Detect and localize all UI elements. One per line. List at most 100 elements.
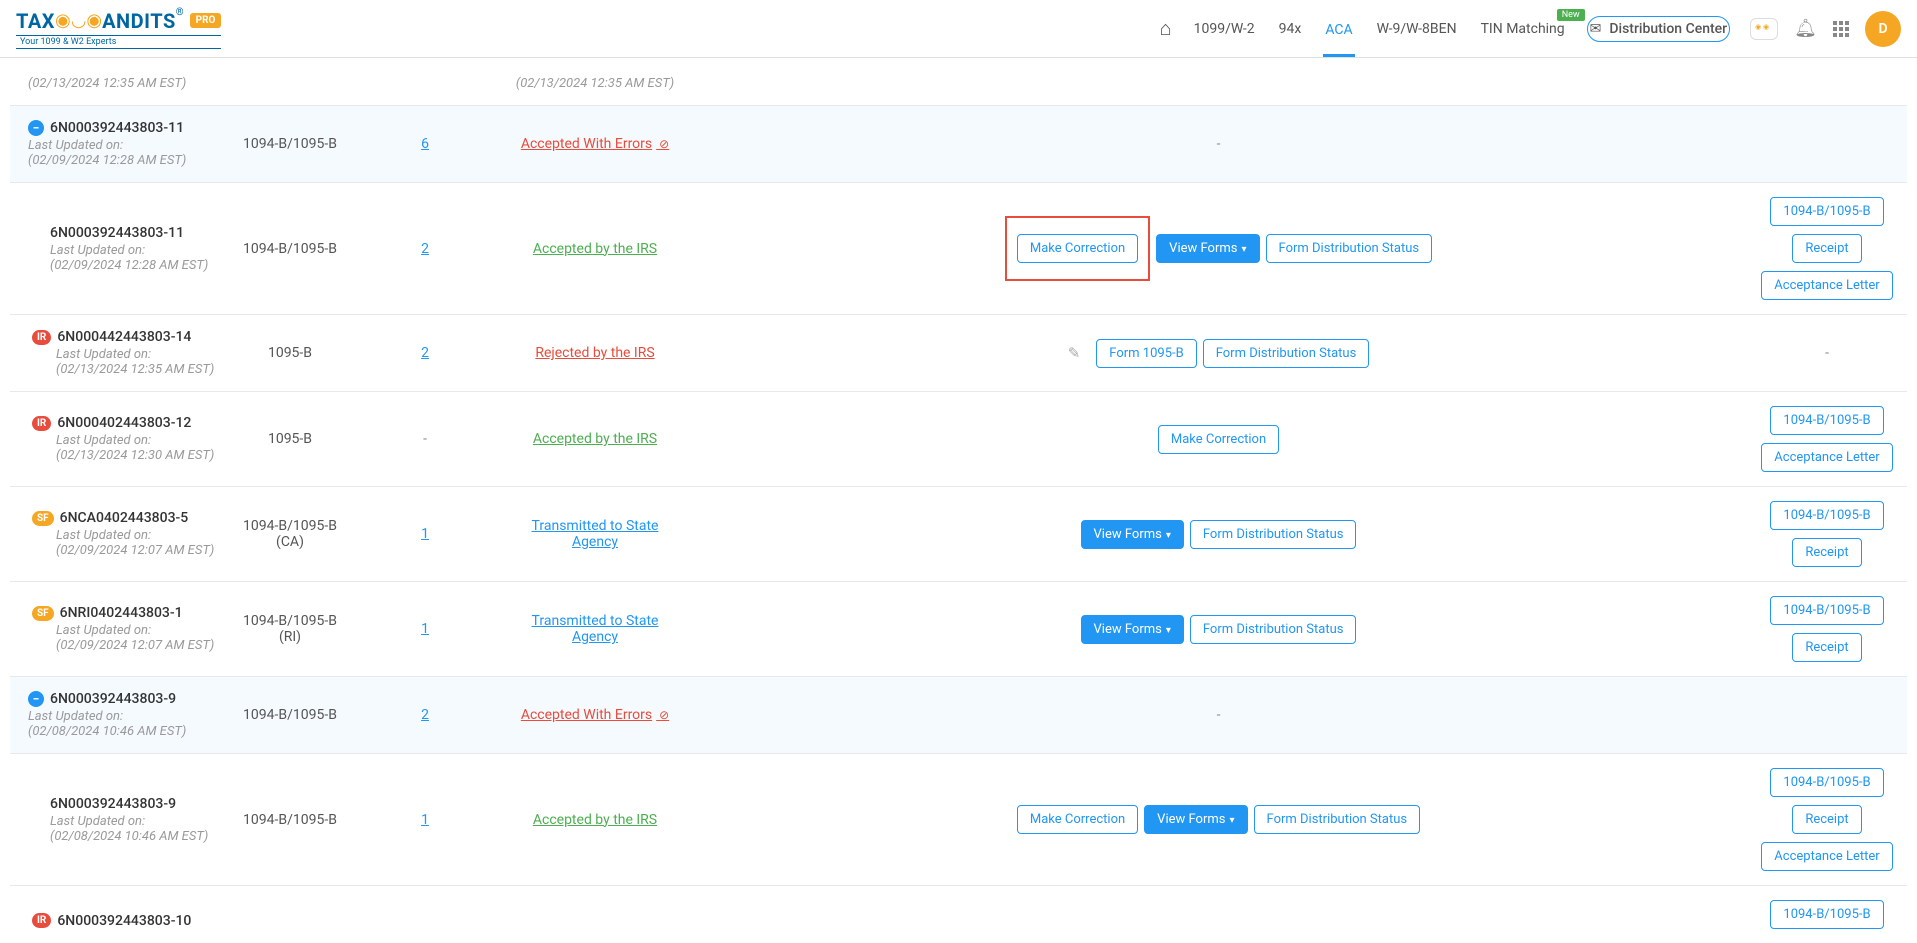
last-updated-label: Last Updated on: (32, 623, 218, 638)
owl-icon: ◉◡◉ (55, 10, 102, 31)
dash: - (1825, 345, 1829, 361)
bell-icon[interactable]: 🔔︎ (1794, 18, 1817, 39)
status-link[interactable]: Accepted by the IRS (533, 241, 657, 257)
make-correction-button[interactable]: Make Correction (1017, 805, 1138, 834)
download-acceptance-button[interactable]: Acceptance Letter (1761, 443, 1892, 472)
view-forms-button[interactable]: View Forms▾ (1156, 234, 1259, 263)
ref-id: 6N000392443803-10 (57, 913, 191, 929)
status-link[interactable]: Accepted With Errors ⊘ (521, 136, 669, 152)
download-receipt-button[interactable]: Receipt (1792, 538, 1861, 567)
distribution-center-button[interactable]: ✉ Distribution Center (1587, 16, 1730, 42)
form-distribution-status-button[interactable]: Form Distribution Status (1254, 805, 1421, 834)
form-type: 1095-B (230, 392, 350, 487)
mail-icon: ✉ (1590, 21, 1602, 37)
download-acceptance-button[interactable]: Acceptance Letter (1761, 271, 1892, 300)
ir-badge: IR (32, 416, 51, 431)
logo-text-2: ANDITS (102, 9, 176, 33)
download-receipt-button[interactable]: Receipt (1792, 633, 1861, 662)
download-receipt-button[interactable]: Receipt (1792, 805, 1861, 834)
row-date: (02/13/2024 12:30 AM EST) (32, 448, 218, 463)
form-distribution-status-button[interactable]: Form Distribution Status (1203, 339, 1370, 368)
ref-id: 6N000402443803-12 (57, 415, 191, 431)
nav-94x[interactable]: 94x (1277, 17, 1304, 41)
view-forms-button[interactable]: View Forms▾ (1144, 805, 1247, 834)
status-link[interactable]: Accepted With Errors ⊘ (521, 707, 669, 723)
bot-icon[interactable] (1750, 18, 1778, 40)
apps-icon[interactable] (1833, 21, 1849, 37)
pro-badge: PRO (190, 13, 222, 28)
download-1094-1095-button[interactable]: 1094-B/1095-B (1770, 768, 1883, 797)
edit-icon[interactable]: ✎ (1068, 344, 1081, 362)
table-row: − 6N000392443803-11 Last Updated on: (02… (10, 106, 1907, 183)
last-updated-label: Last Updated on: (50, 243, 218, 258)
download-1094-1095-button[interactable]: 1094-B/1095-B (1770, 406, 1883, 435)
status-link[interactable]: Transmitted to State Agency (532, 613, 659, 645)
count-link[interactable]: 6 (421, 136, 429, 152)
status-link[interactable]: Accepted by the IRS (533, 812, 657, 828)
collapse-icon[interactable]: − (28, 120, 44, 136)
download-receipt-button[interactable]: Receipt (1792, 234, 1861, 263)
dash: - (1217, 707, 1221, 723)
form-type: 1094-B/1095-B (230, 677, 350, 754)
form-type: 1095-B (230, 315, 350, 392)
home-icon[interactable]: ⌂ (1160, 16, 1172, 41)
count-link[interactable]: 2 (421, 345, 429, 361)
collapse-icon[interactable]: − (28, 691, 44, 707)
download-acceptance-button[interactable]: Acceptance Letter (1761, 842, 1892, 871)
avatar[interactable]: D (1865, 11, 1901, 47)
download-1094-1095-button[interactable]: 1094-B/1095-B (1770, 596, 1883, 625)
nav-tin-matching-wrap[interactable]: New TIN Matching (1479, 21, 1567, 37)
logo[interactable]: TAX ◉◡◉ ANDITS ® PRO Your 1099 & W2 Expe… (16, 9, 221, 49)
form-distribution-status-button[interactable]: Form Distribution Status (1190, 520, 1357, 549)
ref-id: 6N000392443803-9 (50, 796, 218, 812)
form-distribution-status-button[interactable]: Form Distribution Status (1190, 615, 1357, 644)
chevron-down-icon: ▾ (1166, 530, 1171, 541)
last-updated-label: Last Updated on: (32, 433, 218, 448)
form-distribution-status-button[interactable]: Form Distribution Status (1266, 234, 1433, 263)
dash: - (1217, 136, 1221, 152)
count-link[interactable]: 1 (421, 812, 429, 828)
last-updated-label: Last Updated on: (32, 528, 218, 543)
ref-id: 6NRI0402443803-1 (60, 605, 183, 621)
view-forms-button[interactable]: View Forms▾ (1081, 615, 1184, 644)
download-1094-1095-button[interactable]: 1094-B/1095-B (1770, 197, 1883, 226)
make-correction-button[interactable]: Make Correction (1017, 234, 1138, 263)
table-row: IR 6N000402443803-12 Last Updated on: (0… (10, 392, 1907, 487)
count-link[interactable]: 1 (421, 621, 429, 637)
nav-tin-matching[interactable]: TIN Matching (1479, 17, 1567, 41)
ref-id: 6N000392443803-9 (50, 691, 176, 707)
nav-1099-w2[interactable]: 1099/W-2 (1192, 17, 1257, 41)
status-link[interactable]: Rejected by the IRS (535, 345, 654, 361)
table-row: SF 6NCA0402443803-5 Last Updated on: (02… (10, 487, 1907, 582)
count-link[interactable]: 1 (421, 526, 429, 542)
status-link[interactable]: Accepted by the IRS (533, 431, 657, 447)
table-row: IR 6N000392443803-10 1094-B/1095-B (10, 886, 1907, 943)
last-updated-label: Last Updated on: (28, 138, 218, 153)
dist-center-label: Distribution Center (1609, 21, 1727, 37)
row-date: (02/09/2024 12:28 AM EST) (50, 258, 218, 273)
nav-aca[interactable]: ACA (1323, 18, 1354, 57)
download-1094-1095-button[interactable]: 1094-B/1095-B (1770, 900, 1883, 929)
count-link[interactable]: 2 (421, 707, 429, 723)
header-nav: ⌂ 1099/W-2 94x ACA W-9/W-8BEN New TIN Ma… (1160, 16, 1731, 42)
view-forms-button[interactable]: View Forms▾ (1081, 520, 1184, 549)
status-link[interactable]: Transmitted to State Agency (532, 518, 659, 550)
row-date: (02/09/2024 12:07 AM EST) (32, 638, 218, 653)
last-updated-label: Last Updated on: (32, 347, 218, 362)
table-row: 6N000392443803-11 Last Updated on: (02/0… (10, 183, 1907, 315)
count-link[interactable]: 2 (421, 241, 429, 257)
ir-badge: IR (32, 330, 51, 345)
row-date2: (02/13/2024 12:35 AM EST) (512, 76, 678, 91)
last-updated-label: Last Updated on: (50, 814, 218, 829)
ir-badge: IR (32, 913, 51, 928)
form-type: 1094-B/1095-B (230, 183, 350, 315)
make-correction-button[interactable]: Make Correction (1158, 425, 1279, 454)
nav-w9-w8ben[interactable]: W-9/W-8BEN (1375, 17, 1459, 41)
table-row: (02/13/2024 12:35 AM EST) (02/13/2024 12… (10, 62, 1907, 106)
submissions-table-wrap: (02/13/2024 12:35 AM EST) (02/13/2024 12… (0, 58, 1917, 943)
download-1094-1095-button[interactable]: 1094-B/1095-B (1770, 501, 1883, 530)
form-type: 1094-B/1095-B (RI) (230, 582, 350, 677)
form-type: 1094-B/1095-B (CA) (230, 487, 350, 582)
logo-text-1: TAX (16, 9, 55, 33)
form-1095b-button[interactable]: Form 1095-B (1096, 339, 1196, 368)
